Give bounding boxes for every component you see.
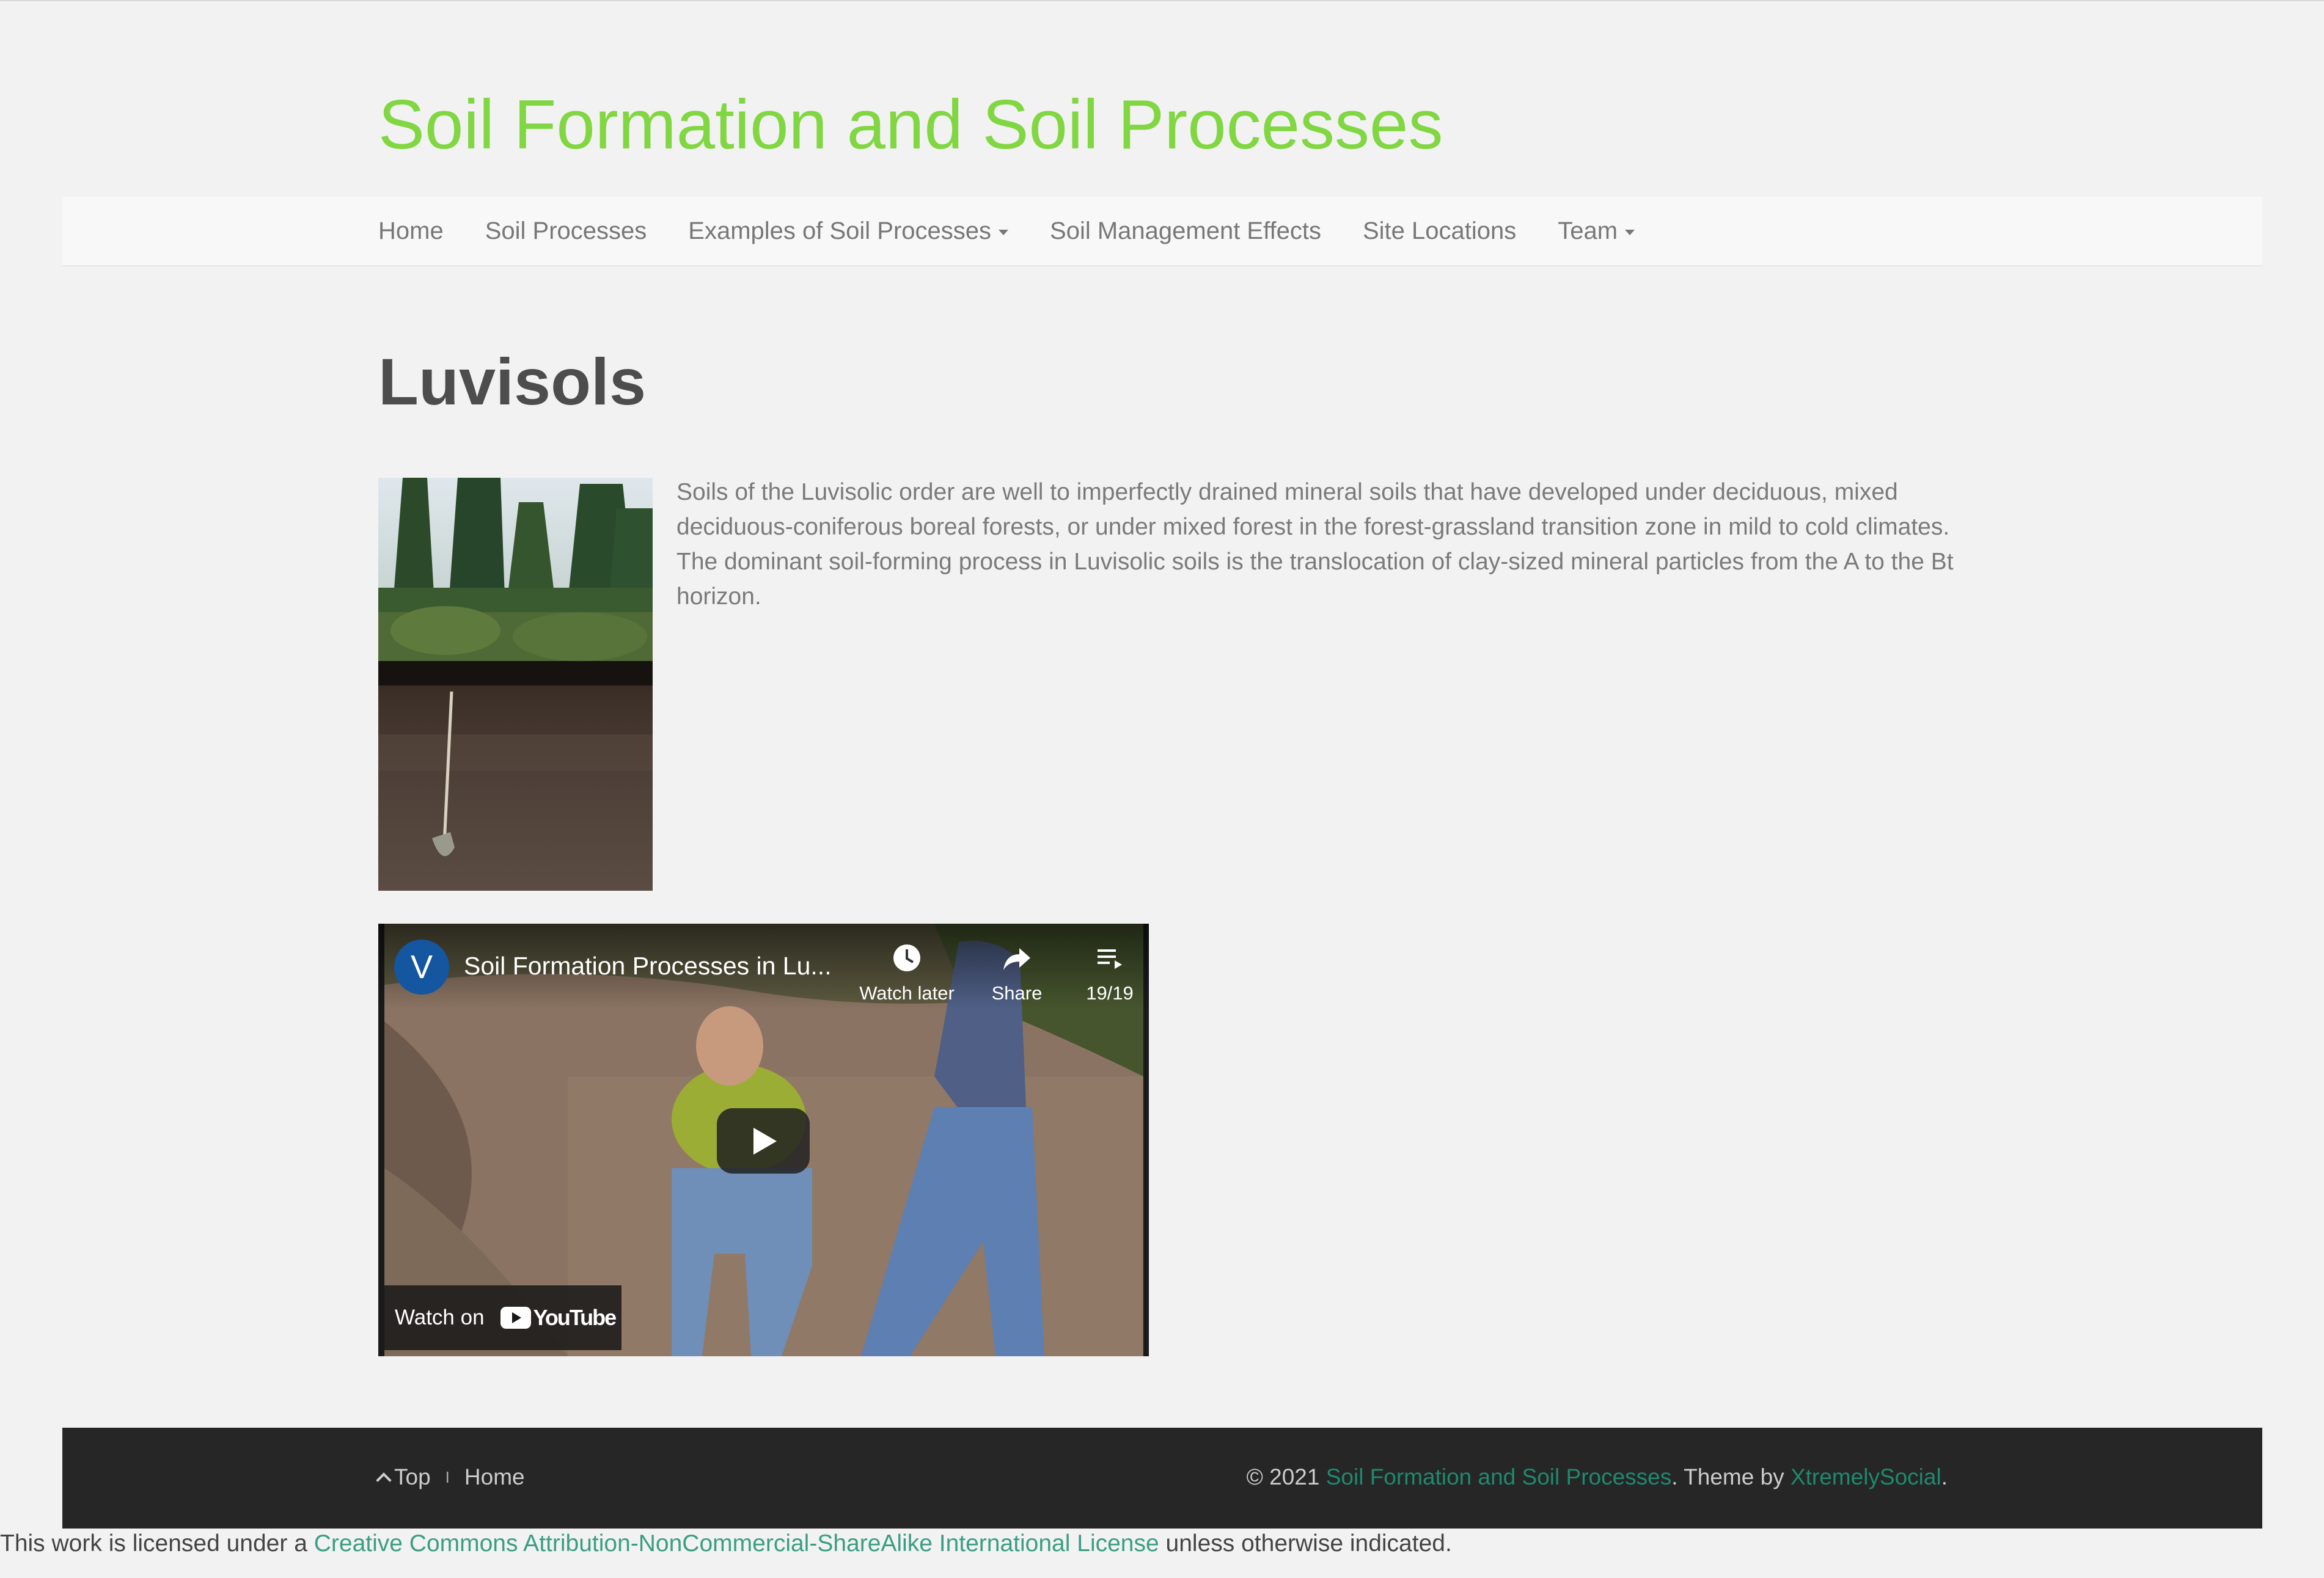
nav-item-soil-management-effects[interactable]: Soil Management Effects: [1050, 217, 1321, 245]
watch-on-label: Watch on: [395, 1306, 485, 1329]
playlist-icon: [1098, 949, 1122, 969]
theme-by-text: . Theme by: [1671, 1464, 1784, 1489]
nav-menu: Home Soil Processes Examples of Soil Pro…: [378, 197, 1676, 265]
caret-down-icon: [1625, 229, 1635, 235]
site-footer: Top I Home © 2021 Soil Formation and Soi…: [62, 1428, 2262, 1529]
clock-icon: [893, 944, 920, 971]
nav-item-label: Soil Management Effects: [1050, 217, 1321, 244]
caret-down-icon: [999, 229, 1009, 235]
share-icon: [1003, 948, 1030, 970]
back-to-top-link[interactable]: Top: [376, 1464, 431, 1490]
nav-item-label: Team: [1558, 217, 1618, 244]
license-suffix: unless otherwise indicated.: [1165, 1530, 1452, 1557]
main-navbar: Home Soil Processes Examples of Soil Pro…: [62, 197, 2262, 266]
youtube-play-tile: [500, 1307, 531, 1329]
share-label: Share: [991, 982, 1043, 1004]
video-title[interactable]: Soil Formation Processes in Lu...: [464, 952, 832, 981]
theme-author-link[interactable]: XtremelySocial: [1791, 1464, 1941, 1489]
watch-later-button[interactable]: Watch later: [849, 942, 965, 1004]
top-border: [0, 0, 2324, 1]
top-label: Top: [394, 1464, 431, 1489]
youtube-video-embed[interactable]: V Soil Formation Processes in Lu... Watc…: [378, 924, 1149, 1356]
nav-item-label: Home: [378, 217, 444, 244]
license-notice: This work is licensed under a Creative C…: [0, 1530, 1452, 1557]
nav-item-team[interactable]: Team: [1558, 217, 1635, 245]
copyright-text: © 2021: [1246, 1464, 1320, 1489]
license-link[interactable]: Creative Commons Attribution-NonCommerci…: [314, 1530, 1159, 1557]
playlist-count: 19/19: [1086, 982, 1134, 1004]
play-icon: [753, 1128, 777, 1155]
footer-separator: I: [445, 1467, 450, 1486]
play-button[interactable]: [717, 1108, 810, 1174]
nav-item-site-locations[interactable]: Site Locations: [1363, 217, 1516, 245]
footer-home-link[interactable]: Home: [464, 1464, 525, 1490]
nav-item-label: Soil Processes: [485, 217, 647, 244]
nav-item-home[interactable]: Home: [378, 217, 444, 245]
license-prefix: This work is licensed under a: [0, 1530, 307, 1557]
footer-copyright: © 2021 Soil Formation and Soil Processes…: [1247, 1464, 1948, 1490]
channel-avatar[interactable]: V: [394, 940, 449, 995]
site-title[interactable]: Soil Formation and Soil Processes: [378, 79, 1443, 171]
youtube-logo-icon: YouTube: [500, 1305, 617, 1331]
soil-profile-photo: [378, 478, 653, 891]
footer-period: .: [1941, 1464, 1948, 1489]
nav-item-label: Site Locations: [1362, 217, 1517, 244]
watch-later-label: Watch later: [859, 982, 955, 1004]
playlist-button[interactable]: 19/19: [1052, 942, 1149, 1004]
youtube-wordmark: YouTube: [533, 1305, 617, 1330]
page-title: Luvisols: [378, 345, 647, 418]
chevron-up-icon: [376, 1472, 392, 1488]
luvisols-description: Soils of the Luvisolic order are well to…: [676, 479, 1954, 610]
footer-nav: Top I Home: [376, 1464, 525, 1490]
footer-site-link[interactable]: Soil Formation and Soil Processes: [1326, 1464, 1672, 1489]
nav-item-soil-processes[interactable]: Soil Processes: [485, 217, 647, 245]
nav-item-examples-of-soil-processes[interactable]: Examples of Soil Processes: [688, 217, 1009, 245]
watch-on-youtube-button[interactable]: Watch on YouTube: [384, 1285, 621, 1350]
nav-item-label: Examples of Soil Processes: [688, 217, 992, 244]
